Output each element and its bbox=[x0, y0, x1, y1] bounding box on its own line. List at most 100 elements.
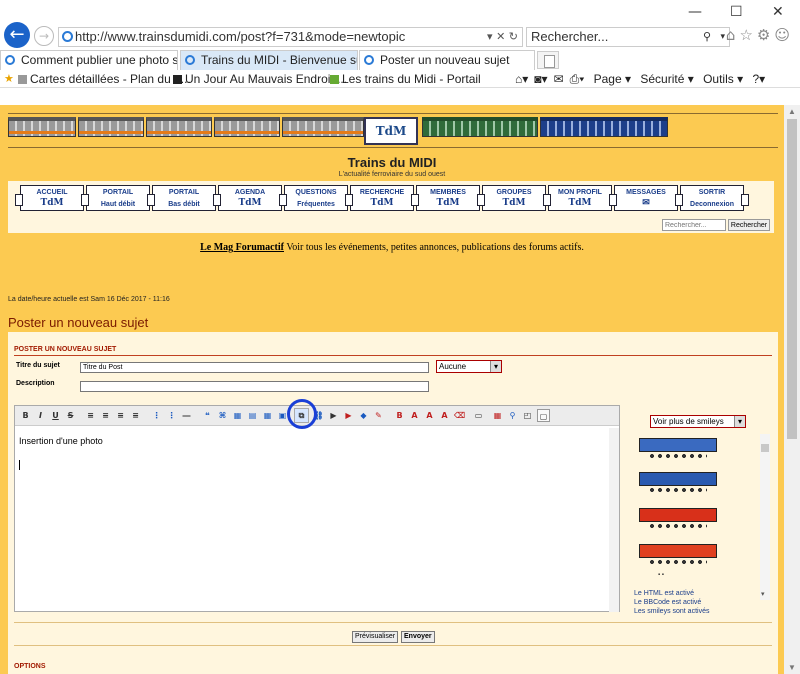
site-search-button[interactable]: Rechercher bbox=[728, 219, 770, 231]
date-icon[interactable]: ▦ bbox=[491, 409, 504, 422]
refresh-icon[interactable]: ▾ ✕ ↻ bbox=[487, 28, 518, 46]
favorite-link-trains-midi[interactable]: Les trains du Midi - Portail bbox=[330, 72, 481, 86]
font-icon[interactable]: A bbox=[438, 409, 451, 422]
url-input[interactable]: http://www.trainsdumidi.com/post?f=731&m… bbox=[58, 27, 523, 47]
align-right-icon[interactable]: ≡ bbox=[114, 409, 127, 422]
eraser-icon[interactable]: ⌫ bbox=[453, 409, 466, 422]
code-icon[interactable]: ⌘ bbox=[216, 409, 229, 422]
pen-icon[interactable]: ✎ bbox=[372, 409, 385, 422]
page-icon bbox=[330, 75, 339, 84]
nav-messages[interactable]: MESSAGES ✉ bbox=[609, 185, 683, 211]
page-scrollbar[interactable]: ▲ ▼ bbox=[784, 105, 800, 674]
browser-toolbar-icons[interactable]: ⌂☆⚙☺ bbox=[726, 26, 794, 44]
tab-trains-du-midi[interactable]: Trains du MIDI - Bienvenue sur v... bbox=[180, 50, 358, 70]
gear-icon: ⚙ bbox=[756, 26, 775, 44]
italic-icon[interactable]: I bbox=[34, 409, 47, 422]
underline-icon[interactable]: U bbox=[49, 409, 62, 422]
hide-icon[interactable]: ▤ bbox=[246, 409, 259, 422]
strike-icon[interactable]: S bbox=[64, 409, 77, 422]
rss-icon: ◙▾ bbox=[534, 72, 548, 86]
nav-portail-bas-debit[interactable]: PORTAIL Bas débit bbox=[147, 185, 221, 211]
nav-membres[interactable]: MEMBRES TdM bbox=[411, 185, 485, 211]
nav-agenda[interactable]: AGENDA TdM bbox=[213, 185, 287, 211]
nav-accueil[interactable]: ACCUEIL TdM bbox=[15, 185, 89, 211]
train-car bbox=[282, 117, 364, 137]
favorite-link-cartes[interactable]: Cartes détaillées - Plan du tr... bbox=[18, 72, 191, 86]
close-button[interactable]: ✕ bbox=[772, 4, 784, 20]
topic-type-select[interactable]: Aucune bbox=[436, 360, 502, 373]
video-icon[interactable]: ▶ bbox=[327, 409, 340, 422]
forumactif-link[interactable]: Le Mag Forumactif bbox=[200, 242, 284, 253]
align-center-icon[interactable]: ≡ bbox=[99, 409, 112, 422]
nav-portail-haut-debit[interactable]: PORTAIL Haut débit bbox=[81, 185, 155, 211]
site-logo[interactable]: TdM bbox=[364, 117, 418, 145]
train-smiley[interactable] bbox=[639, 540, 717, 564]
ie-page-icon bbox=[364, 55, 374, 65]
size-icon[interactable]: A bbox=[423, 409, 436, 422]
train-smiley[interactable] bbox=[639, 434, 717, 458]
search-icon[interactable]: ⚲ bbox=[703, 28, 711, 46]
nav-recherche[interactable]: RECHERCHE TdM bbox=[345, 185, 419, 211]
smiley-small-icons: ▪ ▪ bbox=[658, 572, 664, 578]
train-smiley[interactable] bbox=[639, 468, 717, 492]
align-left-icon[interactable]: ≡ bbox=[84, 409, 97, 422]
nav-questions[interactable]: QUESTIONS Fréquentes bbox=[279, 185, 353, 211]
youtube-icon[interactable]: ▶ bbox=[342, 409, 355, 422]
forumactif-text: Voir tous les événements, petites annonc… bbox=[284, 242, 584, 253]
ie-page-icon bbox=[5, 55, 15, 65]
train-smiley[interactable] bbox=[639, 504, 717, 528]
nav-groupes[interactable]: GROUPES TdM bbox=[477, 185, 551, 211]
train-car bbox=[146, 117, 212, 137]
tab-comment-publier[interactable]: Comment publier une photo sur... bbox=[0, 50, 178, 70]
bullet-list-icon[interactable]: ⋮ bbox=[150, 409, 163, 422]
tab-label: Trains du MIDI - Bienvenue sur v... bbox=[201, 53, 357, 67]
message-textarea[interactable]: Insertion d'une photo bbox=[19, 436, 103, 446]
color-icon[interactable]: A bbox=[408, 409, 421, 422]
table-icon[interactable]: ▦ bbox=[261, 409, 274, 422]
text-cursor bbox=[19, 460, 20, 470]
scroll-thumb bbox=[787, 119, 797, 439]
source-icon[interactable]: ◰ bbox=[521, 409, 534, 422]
spoiler-icon[interactable]: ▦ bbox=[231, 409, 244, 422]
search-icon[interactable]: ⚲ bbox=[506, 409, 519, 422]
flash-icon[interactable]: ◆ bbox=[357, 409, 370, 422]
form-header: POSTER UN NOUVEAU SUJET bbox=[14, 346, 117, 353]
page-menu[interactable]: Page ▾ bbox=[594, 72, 631, 86]
tools-menu[interactable]: Outils ▾ bbox=[703, 72, 743, 86]
editor-scrollbar[interactable] bbox=[609, 428, 619, 612]
ie-command-bar[interactable]: ⌂▾ ◙▾ ✉ ⎙▾ Page ▾ Sécurité ▾ Outils ▾ ?▾ bbox=[515, 72, 771, 87]
horizontal-rule-icon[interactable]: ▭ bbox=[472, 409, 485, 422]
toggle-mode-icon[interactable]: ▢ bbox=[537, 409, 550, 422]
nav-mon-profil[interactable]: MON PROFIL TdM bbox=[543, 185, 617, 211]
bbcode-status: Le BBCode est activé bbox=[634, 599, 702, 606]
hr-icon[interactable]: ― bbox=[180, 409, 193, 422]
chevron-down-icon[interactable]: ▾ bbox=[720, 28, 725, 46]
back-arrow-icon[interactable]: ← bbox=[4, 22, 30, 48]
smileys-select[interactable]: Voir plus de smileys bbox=[650, 415, 746, 428]
site-search-input[interactable] bbox=[662, 219, 726, 231]
tab-poster-nouveau-sujet[interactable]: Poster un nouveau sujet bbox=[359, 50, 535, 70]
preview-button[interactable]: Prévisualiser bbox=[352, 631, 399, 643]
numbered-list-icon[interactable]: ⋮ bbox=[165, 409, 178, 422]
favorite-link-un-jour[interactable]: Un Jour Au Mauvais Endroit ... bbox=[173, 72, 347, 86]
nav-sortir[interactable]: SORTIR Deconnexion bbox=[675, 185, 749, 211]
bold-icon[interactable]: B bbox=[19, 409, 32, 422]
favorite-label: Les trains du Midi - Portail bbox=[342, 72, 481, 86]
help-icon: ?▾ bbox=[752, 72, 766, 86]
quote-icon[interactable]: ❝ bbox=[201, 409, 214, 422]
security-menu[interactable]: Sécurité ▾ bbox=[640, 72, 693, 86]
bold-text-icon[interactable]: B bbox=[393, 409, 406, 422]
browser-search-placeholder: Rechercher... bbox=[531, 29, 609, 44]
justify-icon[interactable]: ≡ bbox=[129, 409, 142, 422]
minimize-button[interactable]: — bbox=[688, 4, 702, 20]
description-input[interactable] bbox=[80, 381, 429, 392]
forward-arrow-icon[interactable]: → bbox=[34, 26, 54, 46]
new-tab-button[interactable] bbox=[537, 51, 559, 69]
browser-search-input[interactable]: Rechercher... ⚲ ▾ bbox=[526, 27, 730, 47]
subject-input[interactable]: Titre du Post bbox=[80, 362, 429, 373]
maximize-button[interactable]: ☐ bbox=[730, 4, 743, 20]
favorites-star-icon[interactable]: ★ bbox=[4, 72, 14, 85]
smileys-scrollbar[interactable]: ▾ bbox=[760, 434, 770, 600]
editor-toolbar: B I U S ≡ ≡ ≡ ≡ ⋮ ⋮ ― ❝ ⌘ ▦ ▤ ▦ ▣ ⧉ ⛓ ▶ bbox=[15, 399, 619, 429]
send-button[interactable]: Envoyer bbox=[401, 631, 435, 643]
